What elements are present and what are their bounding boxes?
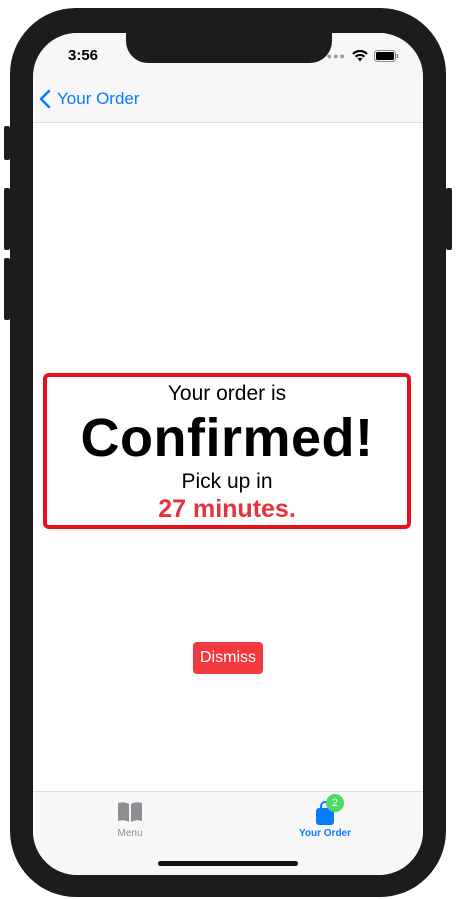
tab-menu-label: Menu xyxy=(117,828,143,839)
battery-icon xyxy=(374,50,399,62)
home-indicator xyxy=(158,861,298,866)
order-count-badge: 2 xyxy=(326,794,344,812)
volume-down-button xyxy=(4,258,10,320)
power-button xyxy=(446,188,452,250)
wifi-icon xyxy=(352,50,368,62)
tab-menu[interactable]: Menu xyxy=(70,800,190,839)
confirmation-headline: Confirmed! xyxy=(80,408,374,468)
mute-switch xyxy=(4,126,10,160)
pickup-eta: 27 minutes. xyxy=(158,495,296,523)
status-icons: ●●●● xyxy=(320,49,399,63)
book-icon xyxy=(118,802,142,822)
confirmation-content: Your order is Confirmed! Pick up in 27 m… xyxy=(33,123,423,791)
chevron-left-icon xyxy=(39,89,51,109)
confirmation-intro: Your order is xyxy=(167,382,287,405)
tab-your-order[interactable]: 2 Your Order xyxy=(265,794,385,839)
back-button[interactable]: Your Order xyxy=(39,89,140,109)
camera-notch xyxy=(126,33,332,63)
dismiss-button[interactable]: Dismiss xyxy=(193,642,263,674)
pickup-label: Pick up in xyxy=(181,470,273,493)
screen: 3:56 ●●●● Your Order Your order is Confi… xyxy=(33,33,423,875)
confirmation-box: Your order is Confirmed! Pick up in 27 m… xyxy=(43,373,411,529)
back-button-label: Your Order xyxy=(57,89,140,108)
volume-up-button xyxy=(4,188,10,250)
navigation-bar: Your Order xyxy=(33,79,423,123)
tab-your-order-label: Your Order xyxy=(298,828,352,839)
status-time: 3:56 xyxy=(68,47,99,64)
